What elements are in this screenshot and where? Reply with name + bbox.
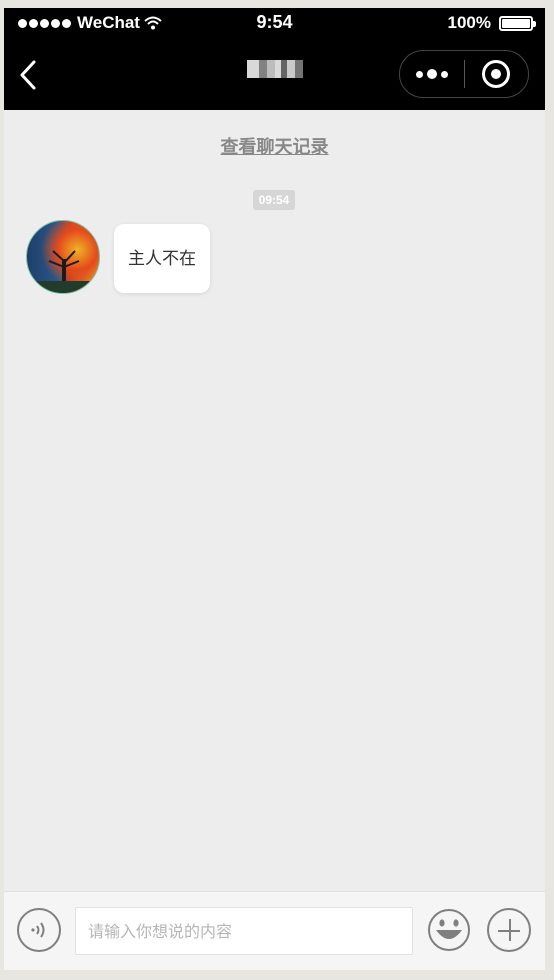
target-close-icon [482, 60, 511, 88]
status-bar: WeChat 9:54 100% [4, 8, 545, 38]
more-dots-icon [415, 70, 423, 78]
tree-avatar-image [27, 250, 99, 293]
emoji-button[interactable] [427, 908, 471, 952]
phone-screen: WeChat 9:54 100% 查看聊天记录 09:54 主人不在 请输入你想… [4, 8, 545, 970]
voice-icon [31, 922, 45, 938]
message-input[interactable] [75, 907, 413, 955]
message-bubble: 主人不在 [114, 224, 210, 293]
battery-percent: 100% [447, 13, 491, 32]
avatar[interactable] [26, 220, 100, 294]
view-chat-history-link[interactable]: 查看聊天记录 [4, 133, 545, 159]
voice-button[interactable] [17, 908, 61, 952]
nav-bar [4, 44, 545, 110]
battery-icon [499, 15, 536, 31]
close-button[interactable] [465, 51, 529, 97]
battery-info: 100% [447, 13, 536, 33]
top-bar: WeChat 9:54 100% [4, 8, 545, 110]
input-bar [4, 891, 545, 970]
message-timestamp: 09:54 [253, 190, 295, 210]
more-button[interactable] [400, 51, 464, 97]
plus-button[interactable] [487, 908, 531, 952]
emoji-icon [428, 909, 470, 951]
blurred-title [246, 60, 303, 79]
mini-program-capsule [399, 50, 529, 98]
battery-level [502, 18, 530, 28]
